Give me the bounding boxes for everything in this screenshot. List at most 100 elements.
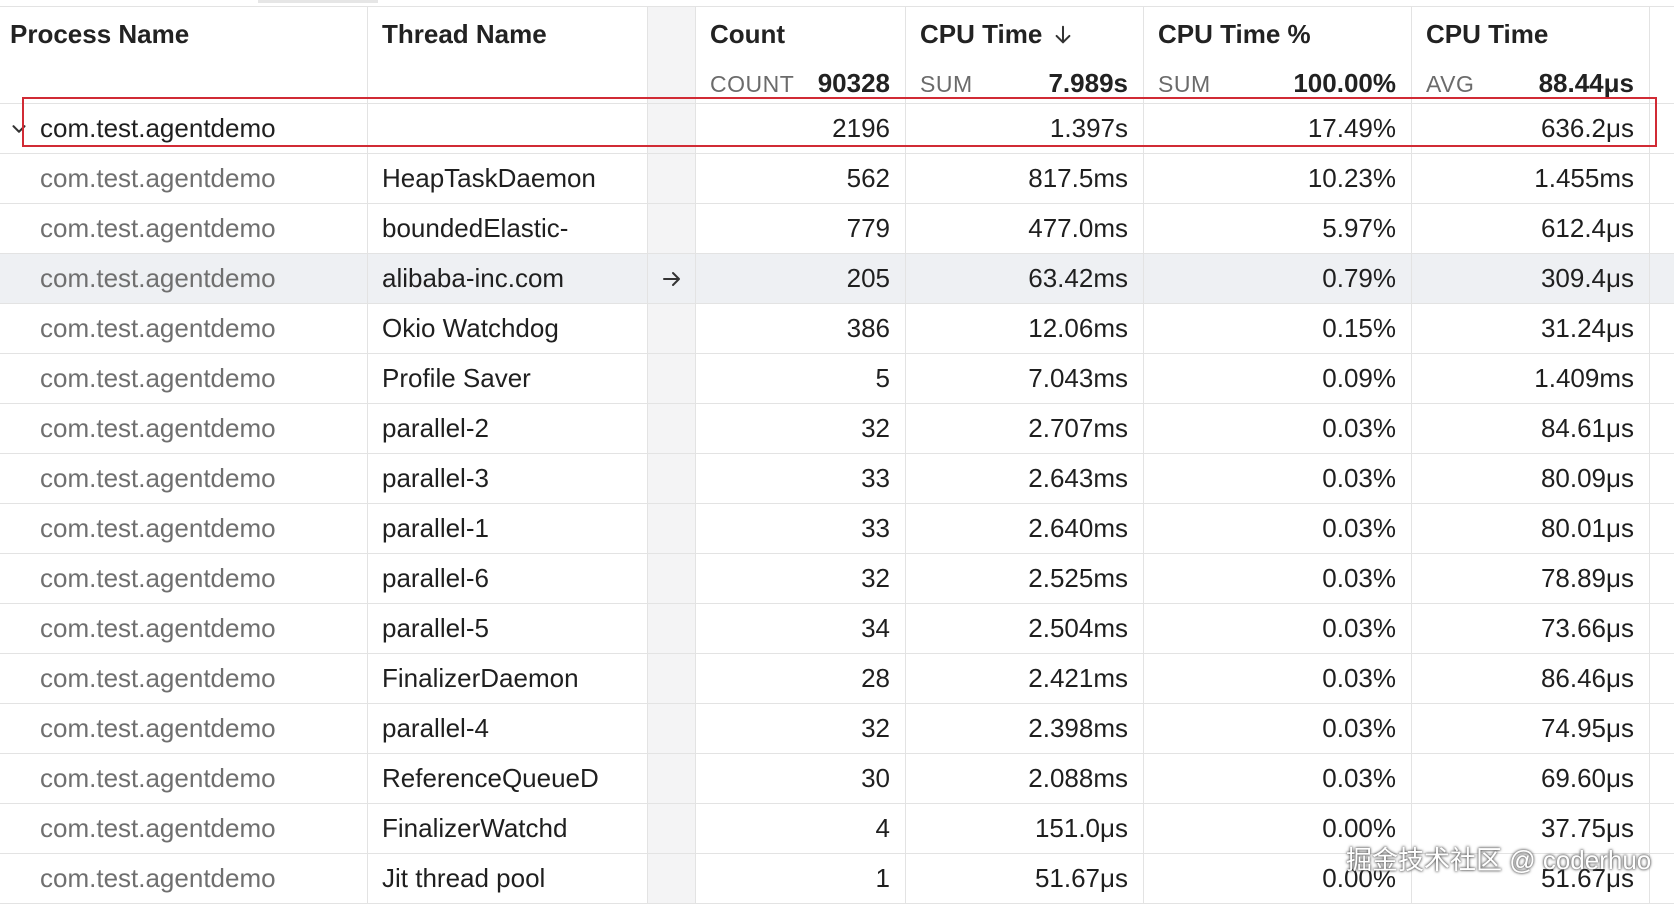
cpu-time-aggregate: SUM 7.989s — [920, 68, 1128, 98]
count-cell: 28 — [696, 654, 906, 703]
column-header-count[interactable]: Count COUNT 90328 — [696, 7, 906, 103]
process-cell: com.test.agentdemo — [0, 704, 368, 753]
count-cell: 4 — [696, 804, 906, 853]
process-cell: com.test.agentdemo — [0, 104, 368, 153]
cpu-avg-cell: 69.60μs — [1412, 754, 1650, 803]
table-row[interactable]: com.test.agentdemo parallel-4 32 2.398ms 0.0… — [0, 704, 1674, 754]
table-row[interactable]: com.test.agentdemo HeapTaskDaemon 562 817.5… — [0, 154, 1674, 204]
table-row[interactable]: com.test.agentdemo parallel-3 33 2.643ms 0.0… — [0, 454, 1674, 504]
thread-cell — [368, 104, 648, 153]
column-header-cpu-time-avg[interactable]: CPU Time AVG 88.44μs — [1412, 7, 1650, 103]
filler-cell — [1650, 354, 1674, 403]
count-cell: 779 — [696, 204, 906, 253]
cpu-time-cell: 2.421ms — [906, 654, 1144, 703]
cpu-avg-cell: 73.66μs — [1412, 604, 1650, 653]
filler-cell — [1650, 154, 1674, 203]
count-cell: 34 — [696, 604, 906, 653]
cpu-avg-cell: 1.409ms — [1412, 354, 1650, 403]
thread-cell: parallel-4 — [368, 704, 648, 753]
indicator-cell — [648, 604, 696, 653]
indicator-cell — [648, 554, 696, 603]
table-row[interactable]: com.test.agentdemo Profile Saver 5 7.043ms 0… — [0, 354, 1674, 404]
thread-cell: boundedElastic- — [368, 204, 648, 253]
filler-cell — [1650, 204, 1674, 253]
column-header-cpu-time[interactable]: CPU Time SUM 7.989s — [906, 7, 1144, 103]
cpu-time-cell: 2.525ms — [906, 554, 1144, 603]
filler-cell — [1650, 504, 1674, 553]
process-cell: com.test.agentdemo — [0, 754, 368, 803]
indicator-cell — [648, 304, 696, 353]
cpu-avg-cell: 1.455ms — [1412, 154, 1650, 203]
indicator-cell — [648, 454, 696, 503]
table-row[interactable]: com.test.agentdemo parallel-1 33 2.640ms 0.0… — [0, 504, 1674, 554]
process-cell: com.test.agentdemo — [0, 304, 368, 353]
cpu-pct-cell: 0.03% — [1144, 404, 1412, 453]
process-cell: com.test.agentdemo — [0, 504, 368, 553]
process-cell: com.test.agentdemo — [0, 404, 368, 453]
table-row[interactable]: com.test.agentdemo parallel-5 34 2.504ms 0.0… — [0, 604, 1674, 654]
cpu-avg-cell: 84.61μs — [1412, 404, 1650, 453]
table-row[interactable]: com.test.agentdemo boundedElastic- 779 477.… — [0, 204, 1674, 254]
cpu-time-cell: 2.398ms — [906, 704, 1144, 753]
cpu-avg-aggregate: AVG 88.44μs — [1426, 68, 1634, 98]
column-header-process-name[interactable]: Process Name — [0, 7, 368, 103]
column-header-cpu-time-percent[interactable]: CPU Time % SUM 100.00% — [1144, 7, 1412, 103]
arrow-down-icon[interactable] — [1052, 24, 1074, 46]
column-header-thread-name[interactable]: Thread Name — [368, 7, 648, 103]
cpu-pct-cell: 0.15% — [1144, 304, 1412, 353]
table-row[interactable]: com.test.agentdemo alibaba-inc.com 205 63.4… — [0, 254, 1674, 304]
cpu-avg-cell: 80.01μs — [1412, 504, 1650, 553]
cpu-pct-cell: 0.03% — [1144, 604, 1412, 653]
process-cell: com.test.agentdemo — [0, 354, 368, 403]
cpu-time-cell: 7.043ms — [906, 354, 1144, 403]
process-cell: com.test.agentdemo — [0, 154, 368, 203]
thread-cpu-table: Process Name Thread Name Count COUNT 903… — [0, 6, 1674, 904]
indicator-cell — [648, 204, 696, 253]
table-row[interactable]: com.test.agentdemo parallel-2 32 2.707ms 0.0… — [0, 404, 1674, 454]
cpu-pct-cell: 10.23% — [1144, 154, 1412, 203]
thread-cell: parallel-6 — [368, 554, 648, 603]
cpu-avg-cell: 78.89μs — [1412, 554, 1650, 603]
cpu-time-cell: 2.504ms — [906, 604, 1144, 653]
table-row[interactable]: com.test.agentdemo Okio Watchdog 386 12.06m… — [0, 304, 1674, 354]
filler-cell — [1650, 804, 1674, 853]
cpu-pct-aggregate: SUM 100.00% — [1158, 68, 1396, 98]
cpu-time-cell: 2.640ms — [906, 504, 1144, 553]
count-cell: 32 — [696, 554, 906, 603]
cpu-time-cell: 63.42ms — [906, 254, 1144, 303]
group-row[interactable]: com.test.agentdemo 2196 1.397s 17.49% 63… — [0, 104, 1674, 154]
tab-indicator — [258, 0, 378, 3]
cpu-avg-cell: 86.46μs — [1412, 654, 1650, 703]
filler-cell — [1650, 654, 1674, 703]
filler-cell — [1650, 454, 1674, 503]
indicator-cell — [648, 154, 696, 203]
column-header-filler — [1650, 7, 1674, 103]
cpu-time-cell: 2.707ms — [906, 404, 1144, 453]
cpu-avg-cell: 31.24μs — [1412, 304, 1650, 353]
thread-cell: parallel-3 — [368, 454, 648, 503]
filler-cell — [1650, 604, 1674, 653]
watermark: 掘金技术社区 @ coderhuo — [1346, 845, 1652, 875]
table-row[interactable]: com.test.agentdemo FinalizerDaemon 28 2.421… — [0, 654, 1674, 704]
process-cell: com.test.agentdemo — [0, 804, 368, 853]
cpu-time-cell: 1.397s — [906, 104, 1144, 153]
thread-cell: FinalizerDaemon — [368, 654, 648, 703]
cpu-pct-cell: 17.49% — [1144, 104, 1412, 153]
cpu-pct-cell: 0.03% — [1144, 704, 1412, 753]
thread-cell: FinalizerWatchd — [368, 804, 648, 853]
cpu-time-title: CPU Time — [920, 19, 1043, 49]
cpu-avg-cell: 636.2μs — [1412, 104, 1650, 153]
cpu-pct-cell: 0.03% — [1144, 654, 1412, 703]
cpu-pct-cell: 0.79% — [1144, 254, 1412, 303]
arrow-right-icon[interactable] — [660, 267, 684, 291]
table-row[interactable]: com.test.agentdemo parallel-6 32 2.525ms 0.0… — [0, 554, 1674, 604]
cpu-pct-cell: 0.03% — [1144, 454, 1412, 503]
count-cell: 32 — [696, 704, 906, 753]
table-row[interactable]: com.test.agentdemo ReferenceQueueD 30 2.088… — [0, 754, 1674, 804]
cpu-time-cell: 817.5ms — [906, 154, 1144, 203]
filler-cell — [1650, 554, 1674, 603]
count-cell: 562 — [696, 154, 906, 203]
thread-cell: parallel-1 — [368, 504, 648, 553]
thread-cell: alibaba-inc.com — [368, 254, 648, 303]
count-cell: 33 — [696, 504, 906, 553]
